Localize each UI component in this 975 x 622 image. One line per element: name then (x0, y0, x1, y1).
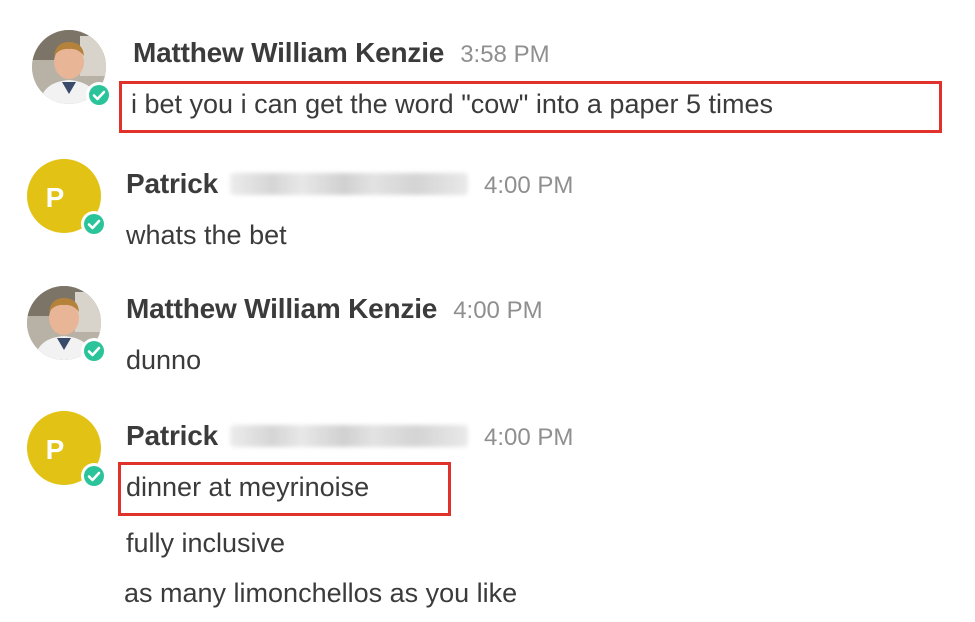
avatar[interactable] (27, 286, 107, 364)
online-status-badge (81, 338, 107, 364)
message-text: as many limonchellos as you like (124, 578, 518, 608)
message-timestamp: 4:00 PM (484, 424, 574, 451)
message-header: Patrick 4:00 PM (126, 168, 573, 200)
online-check-icon (84, 341, 104, 361)
online-status-badge (81, 211, 107, 237)
message-timestamp: 4:00 PM (453, 297, 543, 324)
message-header: Patrick 4:00 PM (126, 420, 573, 452)
redacted-surname (230, 173, 468, 195)
online-status-badge (86, 82, 112, 108)
message-header: Matthew William Kenzie 3:58 PM (133, 37, 550, 69)
message-text: dinner at meyrinoise (126, 472, 370, 502)
avatar[interactable]: P (27, 411, 107, 489)
online-check-icon (84, 214, 104, 234)
online-check-icon (84, 466, 104, 486)
message-text: dunno (126, 345, 202, 375)
online-check-icon (89, 85, 109, 105)
sender-name[interactable]: Patrick (126, 168, 218, 200)
message-timestamp: 4:00 PM (484, 172, 574, 199)
message-text: fully inclusive (126, 528, 286, 558)
online-status-badge (81, 463, 107, 489)
sender-name[interactable]: Patrick (126, 420, 218, 452)
message-timestamp: 3:58 PM (460, 41, 550, 68)
message-header: Matthew William Kenzie 4:00 PM (126, 293, 543, 325)
sender-name[interactable]: Matthew William Kenzie (126, 293, 437, 325)
message-text: whats the bet (126, 220, 287, 250)
avatar[interactable]: P (27, 159, 107, 237)
message-text: i bet you i can get the word "cow" into … (131, 89, 774, 119)
avatar[interactable] (32, 30, 112, 108)
redacted-surname (230, 425, 468, 447)
sender-name[interactable]: Matthew William Kenzie (133, 37, 444, 69)
